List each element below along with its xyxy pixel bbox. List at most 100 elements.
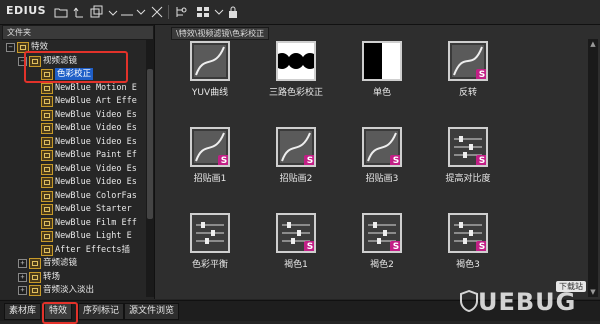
curve-icon [190,41,230,81]
close-icon[interactable] [148,3,166,21]
tree-item[interactable]: + 音频淡入淡出 [0,284,146,296]
effect-tile-label: 招贴画3 [365,174,399,184]
tree-item[interactable]: NewBlue ColorFas [0,190,146,202]
tree-item-label: NewBlue Video Es [55,177,137,187]
effect-tile-label: 反转 [458,88,477,98]
folder-icon [41,190,53,202]
tree-item[interactable]: NewBlue Starter [0,203,146,215]
effect-tile-label: 三路色彩校正 [268,88,323,98]
tree-item-label: NewBlue Video Es [55,109,137,120]
watermark-text: UEBUG [478,288,577,316]
monochrome-icon [362,41,402,81]
expand-toggle-icon[interactable]: − [6,43,15,52]
plugin-badge-icon: S [304,241,314,251]
effects-panel: \特效\视频滤镜\色彩校正 YUV曲线 三路色彩校正 单色 S 反转 S 招贴画1 S 招贴画2… [155,25,600,299]
tree-item[interactable]: NewBlue Film Eff [0,217,146,229]
expand-toggle-icon[interactable]: + [18,286,27,295]
tree-item-label: 音频滤镜 [43,258,78,268]
effect-tile-label: 提高对比度 [445,174,491,184]
expand-toggle-icon[interactable]: + [18,272,27,282]
tree-item[interactable]: + 转场 [0,271,146,283]
effect-tile[interactable]: S 招贴画3 [347,127,417,189]
scrollbar-thumb[interactable] [147,69,153,219]
tree-item-label: 色彩校正 [55,68,94,80]
effect-tile-label: 褐色3 [456,260,480,270]
sliders-icon: S [276,213,316,253]
effect-tile[interactable]: 单色 [347,41,417,103]
tree-item-label: NewBlue ColorFas [55,190,137,201]
curve-icon: S [190,127,230,167]
app-title: EDIUS [6,4,47,17]
expand-toggle-icon[interactable]: + [18,259,27,268]
folder-icon [29,285,41,296]
folder-icon [41,136,53,148]
tab-sequence-markers[interactable]: 序列标记 [78,303,125,320]
folder-icon [41,231,53,242]
tree-item[interactable]: + 音频滤镜 [0,257,146,269]
up-folder-icon[interactable] [70,3,88,21]
effect-tile-label: 单色 [372,88,391,98]
curve-icon: S [276,127,316,167]
sliders-icon [190,213,230,253]
expand-toggle-icon[interactable]: − [18,56,27,66]
folder-icon [41,217,53,229]
sliders-icon: S [448,213,488,253]
tree-item[interactable]: NewBlue Video Es [0,136,146,148]
tree-item-label: NewBlue Starter [55,204,132,214]
tree-item[interactable]: After Effects插 [0,244,146,256]
effect-tile[interactable]: 三路色彩校正 [261,41,331,103]
tree-item-label: NewBlue Video Es [55,163,137,174]
tree-item[interactable]: 色彩校正 [0,68,146,80]
folder-icon [41,109,53,121]
tree-item[interactable]: NewBlue Paint Ef [0,149,146,161]
tree-icon[interactable] [172,3,190,21]
effect-tile[interactable]: S 招贴画1 [175,127,245,189]
watermark-tag: 下载站 [556,281,586,292]
folder-panel-header: 文件夹 [2,25,154,40]
tree-item-label: NewBlue Film Eff [55,217,137,228]
effect-tile[interactable]: S 招贴画2 [261,127,331,189]
tree-item[interactable]: NewBlue Light E [0,230,146,242]
tree-item[interactable]: NewBlue Video Es [0,109,146,121]
folder-icon [41,96,53,107]
tree-item[interactable]: NewBlue Video Es [0,122,146,134]
folder-icon [17,42,29,53]
effect-tile[interactable]: S 褐色3 [433,213,503,275]
effect-tile[interactable]: 色彩平衡 [175,213,245,275]
tree-item[interactable]: NewBlue Art Effe [0,95,146,107]
folder-icon[interactable] [52,3,70,21]
shield-icon [460,290,478,312]
effect-tile-label: 招贴画2 [279,174,313,184]
invert-icon: S [448,41,488,81]
plugin-badge-icon: S [304,155,314,165]
effect-tile[interactable]: S 反转 [433,41,503,103]
folder-icon [41,123,53,134]
tree-item[interactable]: − 特效 [0,41,146,53]
plugin-badge-icon: S [476,155,486,165]
scroll-up-icon[interactable]: ▲ [589,40,597,48]
toolbar: EDIUS [0,0,600,25]
scroll-down-icon[interactable]: ▼ [589,288,597,296]
scrollbar[interactable] [146,39,154,297]
effect-tile[interactable]: S 褐色2 [347,213,417,275]
tab-bin[interactable]: 素材库 [4,303,42,320]
tree-item[interactable]: NewBlue Video Es [0,163,146,175]
tree-item-label: 转场 [43,271,61,282]
folder-icon [41,177,53,188]
scrollbar[interactable]: ▲ ▼ [588,39,598,297]
effect-tile[interactable]: S 褐色1 [261,213,331,275]
folder-icon [41,69,53,80]
effect-tile[interactable]: S 提高对比度 [433,127,503,189]
watermark: UEBUG 下载站 [460,281,590,320]
effect-tile-label: 褐色1 [284,260,308,270]
tree-item[interactable]: NewBlue Video Es [0,176,146,188]
folder-icon [41,204,53,215]
lock-icon[interactable] [224,3,242,21]
tab-source-browser[interactable]: 源文件浏览 [124,303,180,320]
folder-panel: 文件夹 − 特效 − 视频滤镜 色彩校正 NewBlue Motion E NewBlue … [0,25,155,299]
folder-icon [41,244,53,256]
effect-tile-label: 招贴画1 [193,174,227,184]
tree-item[interactable]: NewBlue Motion E [0,82,146,94]
tree-item[interactable]: − 视频滤镜 [0,55,146,67]
effect-tile[interactable]: YUV曲线 [175,41,245,103]
